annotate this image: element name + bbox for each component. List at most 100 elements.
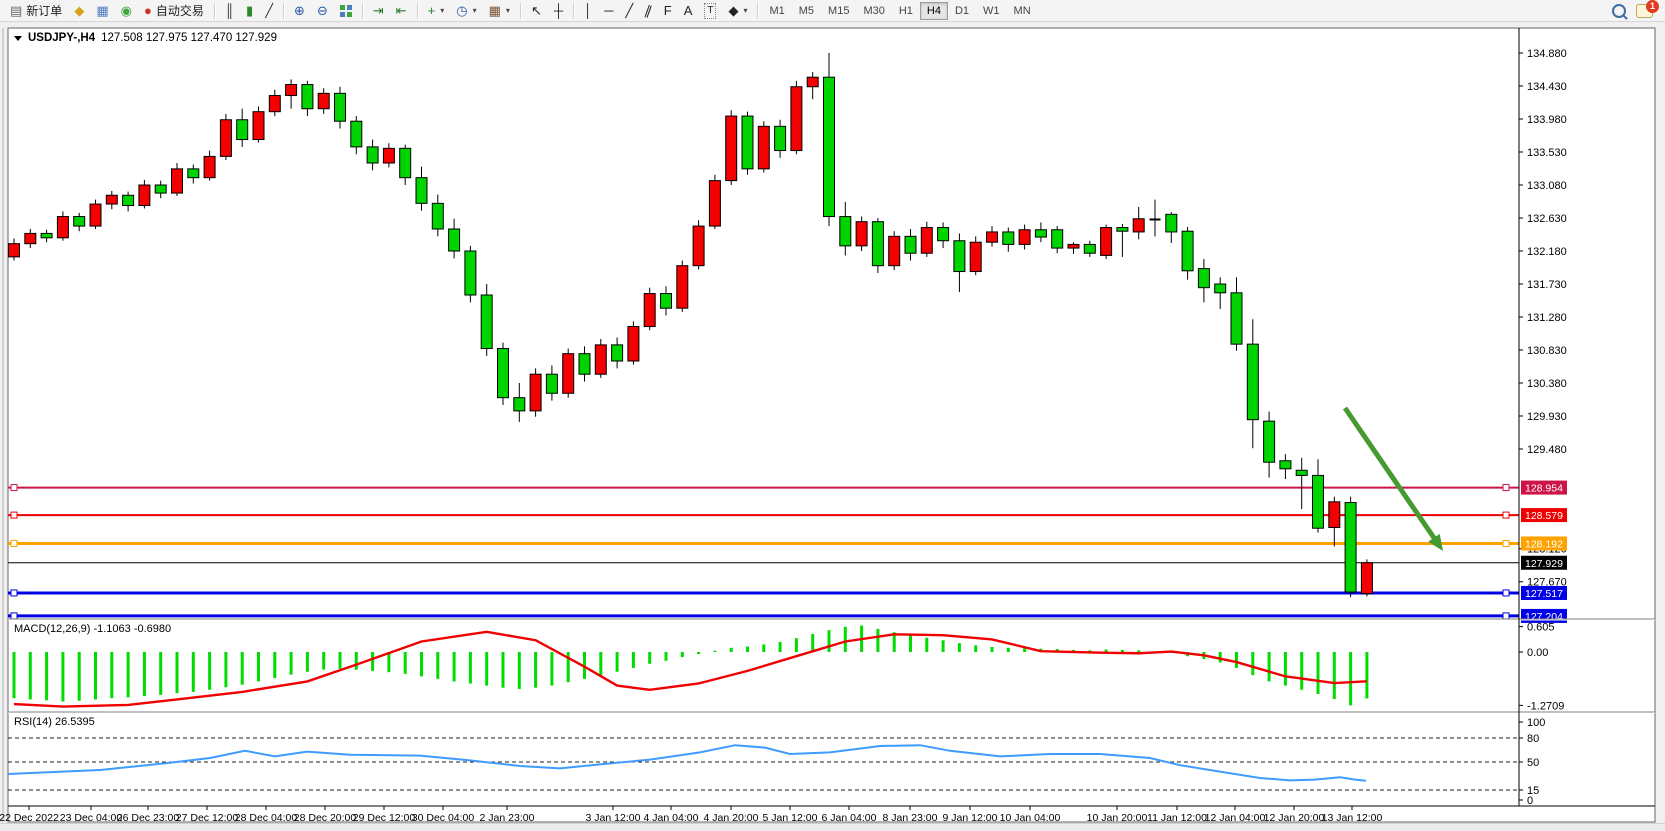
market-watch-icon: ▦ xyxy=(96,4,108,18)
timeframe-d1[interactable]: D1 xyxy=(948,2,976,20)
bar-chart-icon: ║ xyxy=(225,4,234,18)
svg-text:127.517: 127.517 xyxy=(1525,588,1563,600)
channel-icon: ∥ xyxy=(643,3,654,18)
svg-text:0: 0 xyxy=(1527,795,1533,807)
chart-canvas[interactable]: 134.880134.430133.980133.530133.080132.6… xyxy=(0,22,1665,830)
new-order-button: ▤ xyxy=(10,4,22,18)
fibonacci-icon[interactable]: F xyxy=(658,0,678,22)
market-watch-icon[interactable]: ▦ xyxy=(90,0,114,22)
svg-text:127.929: 127.929 xyxy=(1525,558,1563,570)
zoom-in-icon[interactable]: ⊕ xyxy=(288,0,311,22)
main-toolbar: ▤新订单◆▦◉●自动交易║▮╱⊕⊖⇥⇤+▾◷▾▦▾↖┼│─╱∥FAT◆▾M1M5… xyxy=(0,0,1665,22)
rsi-label: RSI(14) 26.5395 xyxy=(14,716,95,728)
line-chart-icon[interactable]: ╱ xyxy=(259,0,279,22)
chart-ohlc-label: 127.508 127.975 127.470 127.929 xyxy=(101,32,277,44)
timeframe-mn[interactable]: MN xyxy=(1007,2,1038,20)
bar-chart-icon[interactable]: ║ xyxy=(219,0,240,22)
chevron-down-icon[interactable] xyxy=(14,36,22,41)
chart-window: 134.880134.430133.980133.530133.080132.6… xyxy=(0,22,1665,830)
zoom-in-icon: ⊕ xyxy=(294,4,305,18)
svg-text:129.480: 129.480 xyxy=(1527,444,1567,456)
text-icon[interactable]: A xyxy=(678,0,699,22)
toolbar-separator xyxy=(417,3,418,19)
fibonacci-icon: F xyxy=(664,4,672,18)
timeframe-h4[interactable]: H4 xyxy=(920,2,948,20)
svg-text:132.630: 132.630 xyxy=(1527,213,1567,225)
search-icon[interactable] xyxy=(1612,4,1626,18)
autotrade-button: ● xyxy=(144,4,152,18)
crosshair-icon[interactable]: ┼ xyxy=(548,0,569,22)
label-icon: T xyxy=(704,3,716,19)
templates-icon[interactable]: ▦▾ xyxy=(483,0,516,22)
toolbar-separator xyxy=(362,3,363,19)
tile-windows-icon xyxy=(340,5,352,17)
crosshair-icon: ┼ xyxy=(554,4,563,18)
auto-scroll-icon[interactable]: ⇥ xyxy=(367,0,390,22)
toolbar-right: 1 xyxy=(1612,4,1661,18)
zoom-out-icon[interactable]: ⊖ xyxy=(311,0,334,22)
autotrade-button-label: 自动交易 xyxy=(156,2,204,19)
indicators-icon[interactable]: +▾ xyxy=(422,0,451,22)
templates-icon: ▦ xyxy=(489,4,501,18)
timeframe-m5[interactable]: M5 xyxy=(792,2,821,20)
toolbar-separator xyxy=(283,3,284,19)
timeframe-h1[interactable]: H1 xyxy=(892,2,920,20)
templates-icon-dropdown[interactable]: ▾ xyxy=(506,6,510,15)
signal-icon: ◉ xyxy=(121,4,132,18)
svg-text:130.830: 130.830 xyxy=(1527,345,1567,357)
vertical-line-icon: │ xyxy=(584,4,592,18)
chart-shift-icon[interactable]: ⇤ xyxy=(390,0,413,22)
timeframe-w1[interactable]: W1 xyxy=(976,2,1007,20)
arrows-icon[interactable]: ◆▾ xyxy=(722,0,753,22)
horizontal-line-icon: ─ xyxy=(604,4,613,18)
channel-icon[interactable]: ∥ xyxy=(639,0,658,22)
svg-text:100: 100 xyxy=(1527,717,1545,729)
svg-text:133.980: 133.980 xyxy=(1527,114,1567,126)
candlestick-chart-icon[interactable]: ▮ xyxy=(240,0,259,22)
svg-text:129.930: 129.930 xyxy=(1527,411,1567,423)
trendline-icon: ╱ xyxy=(625,4,633,18)
candlestick-chart-icon: ▮ xyxy=(246,4,253,18)
price-badge-128.954: 128.954 xyxy=(1521,481,1567,495)
periods-icon-dropdown[interactable]: ▾ xyxy=(473,6,477,15)
svg-text:133.080: 133.080 xyxy=(1527,180,1567,192)
chart-shift-icon: ⇤ xyxy=(396,4,407,18)
toolbar-separator xyxy=(214,3,215,19)
svg-text:-1.2709: -1.2709 xyxy=(1527,700,1564,712)
timeframe-m1[interactable]: M1 xyxy=(762,2,791,20)
horizontal-line-icon[interactable]: ─ xyxy=(598,0,619,22)
svg-text:133.530: 133.530 xyxy=(1527,147,1567,159)
toolbar-separator xyxy=(757,3,758,19)
svg-text:0.00: 0.00 xyxy=(1527,647,1548,659)
svg-text:131.730: 131.730 xyxy=(1527,279,1567,291)
label-icon[interactable]: T xyxy=(698,0,722,22)
arrows-icon: ◆ xyxy=(728,4,738,18)
auto-scroll-icon: ⇥ xyxy=(373,4,384,18)
arrows-icon-dropdown[interactable]: ▾ xyxy=(743,6,747,15)
indicators-icon-dropdown[interactable]: ▾ xyxy=(440,6,444,15)
autotrade-button[interactable]: ● 自动交易 xyxy=(138,0,210,22)
svg-text:134.880: 134.880 xyxy=(1527,48,1567,60)
vertical-line-icon[interactable]: │ xyxy=(578,0,598,22)
price-badge-127.517: 127.517 xyxy=(1521,586,1567,600)
line-chart-icon: ╱ xyxy=(265,4,273,18)
text-icon: A xyxy=(684,4,693,18)
trendline-icon[interactable]: ╱ xyxy=(619,0,639,22)
timeframe-m15[interactable]: M15 xyxy=(821,2,856,20)
price-badge-127.929: 127.929 xyxy=(1521,556,1567,570)
periods-icon[interactable]: ◷▾ xyxy=(450,0,482,22)
signal-icon[interactable]: ◉ xyxy=(115,0,138,22)
indicators-icon: + xyxy=(428,4,436,18)
svg-text:128.954: 128.954 xyxy=(1525,483,1563,495)
zoom-out-icon: ⊖ xyxy=(317,4,328,18)
new-order-button[interactable]: ▤新订单 xyxy=(4,0,68,22)
svg-text:132.180: 132.180 xyxy=(1527,246,1567,258)
periods-icon: ◷ xyxy=(456,4,467,18)
tile-windows-icon[interactable] xyxy=(334,0,358,22)
notification-badge: 1 xyxy=(1646,0,1659,13)
svg-text:131.280: 131.280 xyxy=(1527,312,1567,324)
cursor-icon[interactable]: ↖ xyxy=(525,0,548,22)
notifications-icon[interactable]: 1 xyxy=(1636,4,1653,18)
timeframe-m30[interactable]: M30 xyxy=(856,2,891,20)
gold-icon[interactable]: ◆ xyxy=(68,0,90,22)
